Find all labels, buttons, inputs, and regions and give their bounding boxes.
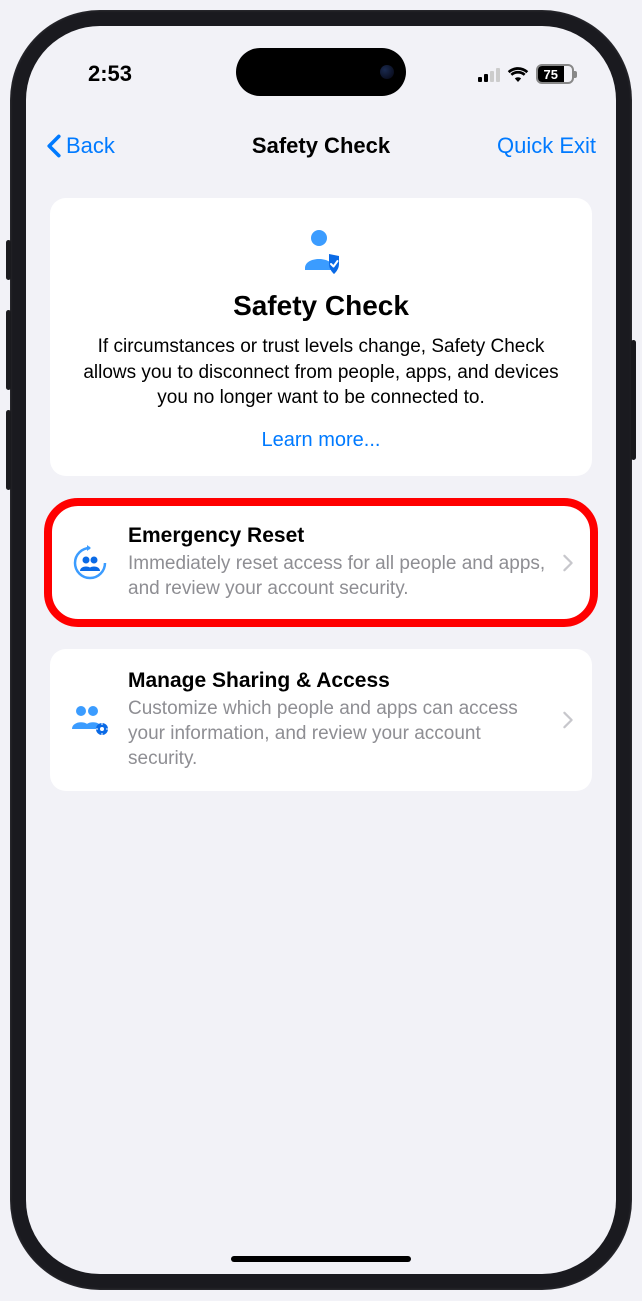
option-title: Emergency Reset: [128, 524, 546, 548]
status-indicators: 75: [478, 64, 574, 84]
screen: 2:53 75 Back: [26, 26, 616, 1274]
navigation-bar: Back Safety Check Quick Exit: [26, 118, 616, 174]
manage-sharing-icon: [68, 701, 112, 739]
option-title: Manage Sharing & Access: [128, 669, 546, 693]
page-title: Safety Check: [252, 133, 390, 159]
wifi-icon: [507, 66, 529, 82]
chevron-right-icon: [562, 554, 574, 572]
emergency-reset-option[interactable]: Emergency Reset Immediately reset access…: [50, 504, 592, 621]
chevron-left-icon: [46, 134, 62, 158]
hero-description: If circumstances or trust levels change,…: [74, 334, 568, 411]
quick-exit-button[interactable]: Quick Exit: [497, 133, 596, 159]
back-button[interactable]: Back: [46, 133, 115, 159]
side-button: [6, 240, 11, 280]
safety-check-icon: [74, 226, 568, 278]
volume-down-button: [6, 410, 11, 490]
option-description: Immediately reset access for all people …: [128, 552, 546, 601]
learn-more-link[interactable]: Learn more...: [74, 429, 568, 452]
manage-sharing-option[interactable]: Manage Sharing & Access Customize which …: [50, 649, 592, 791]
emergency-reset-icon: [68, 542, 112, 584]
chevron-right-icon: [562, 711, 574, 729]
home-indicator[interactable]: [231, 1256, 411, 1262]
battery-level: 75: [538, 66, 564, 82]
phone-frame: 2:53 75 Back: [10, 10, 632, 1290]
hero-card: Safety Check If circumstances or trust l…: [50, 198, 592, 476]
back-label: Back: [66, 133, 115, 159]
battery-icon: 75: [536, 64, 574, 84]
option-description: Customize which people and apps can acce…: [128, 697, 546, 771]
status-time: 2:53: [68, 61, 132, 87]
dynamic-island: [236, 48, 406, 96]
power-button: [631, 340, 636, 460]
volume-up-button: [6, 310, 11, 390]
content-area: Safety Check If circumstances or trust l…: [26, 186, 616, 1274]
cellular-signal-icon: [478, 67, 500, 82]
hero-title: Safety Check: [74, 290, 568, 322]
